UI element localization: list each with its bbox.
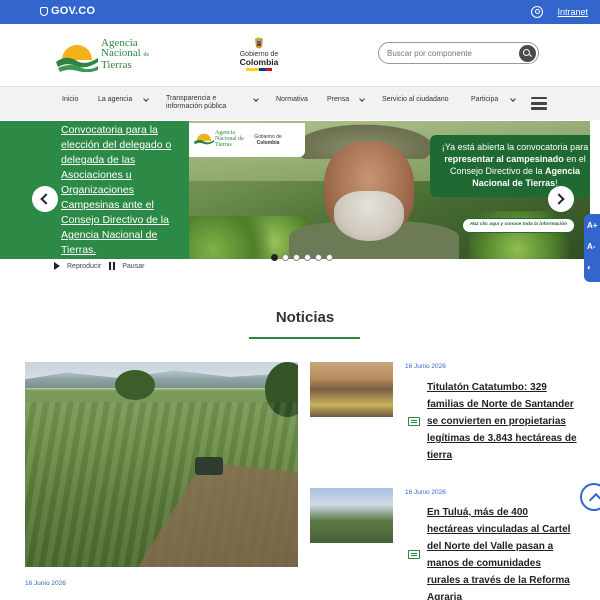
carousel-prev-button[interactable] (32, 186, 58, 212)
colombia-flag-strip (246, 68, 272, 71)
nav-item-transparencia[interactable]: Transparencia e información pública (166, 95, 252, 111)
coat-of-arms-icon (255, 37, 263, 49)
gov-logo-line2: Colombia (239, 57, 279, 67)
nav-item-la-agencia[interactable]: La agencia (98, 96, 132, 104)
banner-gov-line2: Colombia (256, 139, 280, 146)
intranet-label: Intranet (557, 7, 588, 17)
ant-logo[interactable]: Agencia Nacional de Tierras (54, 36, 154, 76)
carousel-indicators (271, 254, 333, 262)
banner-beard (334, 191, 404, 241)
search-button[interactable] (519, 45, 536, 62)
main-nav: Inicio La agencia Transparencia e inform… (0, 86, 600, 120)
news-date: 16 Junio 2026 (405, 363, 446, 370)
chevron-down-icon[interactable] (510, 96, 516, 102)
photo-tractor (195, 457, 223, 475)
ant-logo-emblem-icon (56, 45, 98, 72)
photo-tree (115, 370, 155, 400)
banner-logo-card: Agencia Nacional de Tierras Gobierno de … (189, 123, 305, 157)
play-label[interactable]: Reproducir (67, 263, 101, 270)
ant-logo-line2: Nacional (101, 47, 141, 59)
hero-carousel: Convocatoria para la elección del delega… (0, 121, 590, 259)
ant-logo-text: Agencia Nacional de Tierras (101, 38, 150, 71)
news-article-icon (408, 550, 420, 559)
hero-banner-image[interactable]: Agencia Nacional de Tierras Gobierno de … (189, 121, 590, 259)
govco-label: GOV.CO (51, 5, 96, 17)
news-title-underline (249, 337, 360, 339)
back-to-top-button[interactable] (580, 483, 600, 511)
search-box (378, 42, 539, 64)
site-header: Agencia Nacional de Tierras Gobierno de … (0, 24, 600, 86)
featured-news-image[interactable] (25, 362, 298, 567)
hero-headline-link[interactable]: Convocatoria para la elección del delega… (61, 123, 185, 258)
pause-label[interactable]: Pausar (122, 263, 144, 270)
banner-logo-line3: Tierras (215, 142, 232, 148)
carousel-dot[interactable] (304, 254, 311, 261)
nav-item-prensa[interactable]: Prensa (327, 96, 349, 104)
carousel-dot[interactable] (293, 254, 300, 261)
gobierno-colombia-logo: Gobierno de Colombia (236, 36, 282, 82)
news-section-title: Noticias (275, 309, 335, 326)
news-thumbnail[interactable] (310, 362, 393, 417)
nav-item-inicio[interactable]: Inicio (62, 96, 78, 104)
chevron-down-icon[interactable] (143, 96, 149, 102)
accessibility-toolbar: A+ A- ◐ (584, 214, 600, 282)
carousel-dot[interactable] (326, 254, 333, 261)
news-link[interactable]: En Tuluá, más de 400 hectáreas vinculada… (427, 504, 577, 600)
contrast-icon[interactable]: ◐ (587, 262, 598, 273)
card-text-1: ¡Ya está abierta la convocatoria para (441, 142, 589, 152)
nav-item-participa[interactable]: Participa (471, 96, 498, 104)
govco-link[interactable]: GOV.CO (40, 5, 95, 17)
featured-news-date: 16 Junio 2026 (25, 580, 66, 587)
ant-logo-emblem-icon (193, 133, 215, 145)
chevron-down-icon[interactable] (253, 96, 259, 102)
gov-top-bar: GOV.CO Intranet (0, 0, 600, 24)
card-bold-1: representar al campesinado (444, 154, 564, 164)
pause-icon[interactable] (109, 262, 116, 270)
banner-gov-text: Gobierno de Colombia (253, 134, 283, 146)
play-icon[interactable] (54, 262, 60, 270)
search-input[interactable] (387, 46, 513, 60)
ant-logo-line2-suffix: de (143, 52, 150, 58)
ant-logo-line3: Tierras (101, 59, 132, 71)
banner-logo-text: Agencia Nacional de Tierras (215, 130, 244, 148)
intranet-link[interactable]: Intranet (531, 6, 588, 18)
nav-item-normativa[interactable]: Normativa (276, 96, 308, 104)
banner-cta-button[interactable]: Haz clic aquí y conoce toda la informaci… (462, 218, 575, 233)
news-link[interactable]: Titulatón Catatumbo: 329 familias de Nor… (427, 379, 577, 464)
carousel-dot[interactable] (315, 254, 322, 261)
carousel-next-button[interactable] (548, 186, 574, 212)
chevron-down-icon[interactable] (359, 96, 365, 102)
nav-item-servicio-ciudadano[interactable]: Servicio al ciudadano (382, 96, 449, 104)
news-article-icon (408, 417, 420, 426)
carousel-controls: Reproducir Pausar (54, 262, 144, 270)
user-icon (531, 6, 544, 18)
hamburger-menu-icon[interactable] (531, 97, 547, 110)
news-thumbnail[interactable] (310, 488, 393, 543)
carousel-dot[interactable] (271, 254, 278, 261)
increase-font-icon[interactable]: A+ (587, 220, 598, 231)
govco-shield-icon (40, 6, 48, 16)
carousel-dot[interactable] (282, 254, 289, 261)
photo-mountains (25, 370, 298, 388)
news-date: 16 Junio 2026 (405, 489, 446, 496)
decrease-font-icon[interactable]: A- (587, 241, 598, 252)
